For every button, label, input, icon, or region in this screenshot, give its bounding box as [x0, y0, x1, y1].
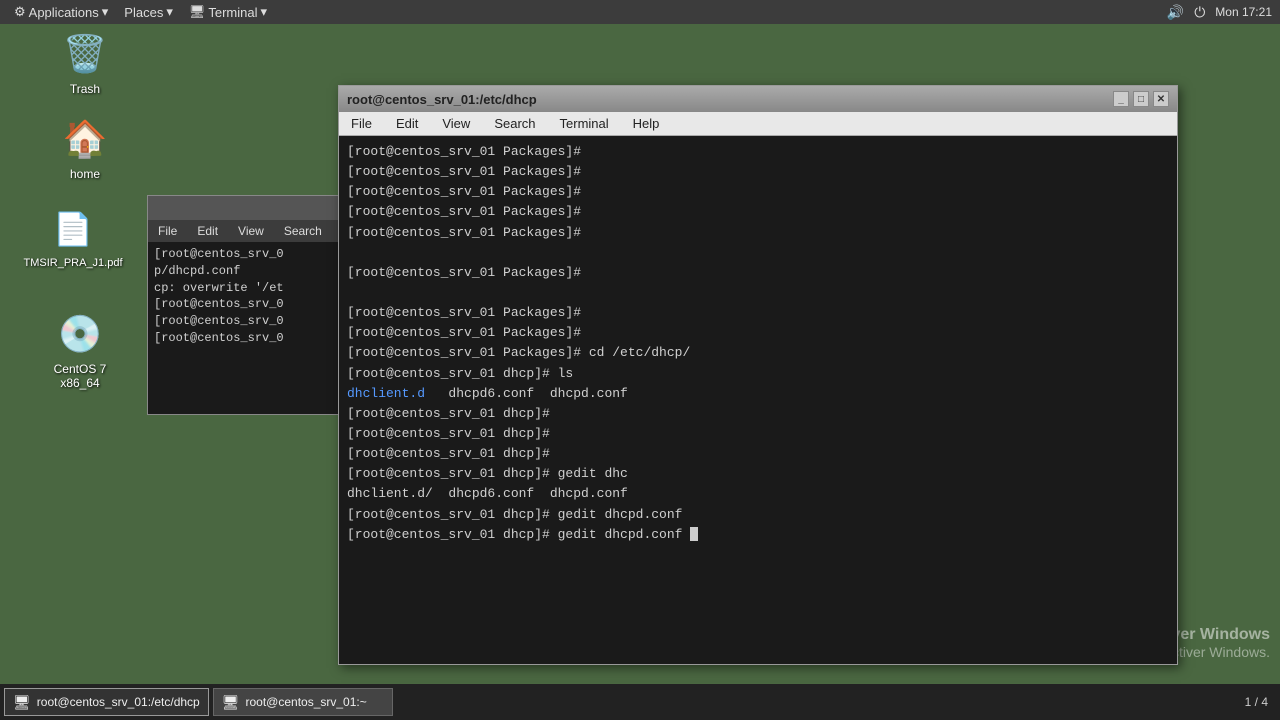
term-line-10: [root@centos_srv_01 dhcp]# — [347, 424, 1169, 444]
applications-icon: ⚙ — [14, 4, 26, 20]
term-line-cursor: [root@centos_srv_01 dhcp]# gedit dhcpd.c… — [347, 525, 1169, 545]
menu-file[interactable]: File — [347, 116, 376, 131]
desktop-icon-cdrom[interactable]: 💿 CentOS 7 x86_64 — [35, 310, 125, 390]
term-line-gedit2: [root@centos_srv_01 dhcp]# gedit dhcpd.c… — [347, 505, 1169, 525]
term-line-2: [root@centos_srv_01 Packages]# — [347, 162, 1169, 182]
desktop-icon-document[interactable]: 📄 TMSIR_PRA_J1.pdf — [28, 205, 118, 269]
topbar-left: ⚙ Applications ▾ Places ▾ 🖥 Terminal ▾ — [8, 4, 273, 20]
places-menu[interactable]: Places ▾ — [118, 4, 179, 20]
taskbar-terminal1-icon: 🖥 — [13, 694, 31, 711]
dhclient-link: dhclient.d — [347, 386, 425, 401]
places-arrow: ▾ — [166, 4, 173, 20]
minimize-button[interactable]: _ — [1113, 91, 1129, 107]
maximize-button[interactable]: □ — [1133, 91, 1149, 107]
places-label: Places — [124, 5, 163, 20]
bg-menu-file[interactable]: File — [154, 224, 181, 238]
bg-menu-view[interactable]: View — [234, 224, 268, 238]
term-line-blank2 — [347, 283, 1169, 303]
topbar-right: 🔊 ⏻ Mon 17:21 — [1167, 4, 1272, 21]
term-line-blank1 — [347, 243, 1169, 263]
terminal-arrow: ▾ — [261, 4, 268, 20]
terminal-cursor — [690, 527, 698, 541]
taskbar-right: 1 / 4 — [1245, 695, 1276, 709]
document-label: TMSIR_PRA_J1.pdf — [23, 257, 122, 269]
desktop-icon-home[interactable]: 🏠 home — [40, 115, 130, 181]
taskbar: 🖥 root@centos_srv_01:/etc/dhcp 🖥 root@ce… — [0, 684, 1280, 720]
term-line-gedit1: [root@centos_srv_01 dhcp]# gedit dhc — [347, 464, 1169, 484]
main-terminal-title: root@centos_srv_01:/etc/dhcp — [347, 92, 537, 107]
term-line-autocomplete: dhclient.d/ dhcpd6.conf dhcpd.conf — [347, 484, 1169, 504]
taskbar-terminal1[interactable]: 🖥 root@centos_srv_01:/etc/dhcp — [4, 688, 209, 716]
volume-icon[interactable]: 🔊 — [1167, 4, 1184, 21]
terminal-icon: 🖥 — [189, 4, 206, 20]
datetime-label: Mon 17:21 — [1215, 5, 1272, 19]
taskbar-left: 🖥 root@centos_srv_01:/etc/dhcp 🖥 root@ce… — [4, 688, 393, 716]
menu-terminal[interactable]: Terminal — [556, 116, 613, 131]
power-icon[interactable]: ⏻ — [1194, 4, 1205, 21]
window-controls: _ □ ✕ — [1113, 91, 1169, 107]
term-line-ls: [root@centos_srv_01 dhcp]# ls — [347, 364, 1169, 384]
terminal-label: Terminal — [208, 5, 257, 20]
menu-help[interactable]: Help — [629, 116, 664, 131]
term-line-3: [root@centos_srv_01 Packages]# — [347, 182, 1169, 202]
topbar: ⚙ Applications ▾ Places ▾ 🖥 Terminal ▾ 🔊… — [0, 0, 1280, 24]
terminal-menu[interactable]: 🖥 Terminal ▾ — [183, 4, 273, 20]
applications-menu[interactable]: ⚙ Applications ▾ — [8, 4, 114, 20]
cdrom-icon: 💿 — [56, 310, 104, 358]
term-line-5: [root@centos_srv_01 Packages]# — [347, 223, 1169, 243]
trash-icon: 🗑️ — [61, 30, 109, 78]
trash-label: Trash — [70, 82, 100, 96]
term-line-11: [root@centos_srv_01 dhcp]# — [347, 444, 1169, 464]
document-icon: 📄 — [49, 205, 97, 253]
taskbar-terminal2[interactable]: 🖥 root@centos_srv_01:~ — [213, 688, 393, 716]
desktop-icon-trash[interactable]: 🗑️ Trash — [40, 30, 130, 96]
cdrom-label: CentOS 7 x86_64 — [35, 362, 125, 390]
term-line-4: [root@centos_srv_01 Packages]# — [347, 202, 1169, 222]
term-line-ls-result: dhclient.d dhcpd6.conf dhcpd.conf — [347, 384, 1169, 404]
menu-search[interactable]: Search — [490, 116, 539, 131]
taskbar-terminal1-label: root@centos_srv_01:/etc/dhcp — [37, 695, 200, 709]
main-terminal-titlebar: root@centos_srv_01:/etc/dhcp _ □ ✕ — [339, 86, 1177, 112]
term-line-7: [root@centos_srv_01 Packages]# — [347, 303, 1169, 323]
term-line-cd: [root@centos_srv_01 Packages]# cd /etc/d… — [347, 343, 1169, 363]
bg-menu-search[interactable]: Search — [280, 224, 326, 238]
term-line-6: [root@centos_srv_01 Packages]# — [347, 263, 1169, 283]
close-button[interactable]: ✕ — [1153, 91, 1169, 107]
home-icon: 🏠 — [61, 115, 109, 163]
taskbar-terminal2-label: root@centos_srv_01:~ — [246, 695, 367, 709]
taskbar-terminal2-icon: 🖥 — [222, 694, 240, 711]
term-line-8: [root@centos_srv_01 Packages]# — [347, 323, 1169, 343]
main-terminal-window: root@centos_srv_01:/etc/dhcp _ □ ✕ File … — [338, 85, 1178, 665]
term-line-1: [root@centos_srv_01 Packages]# — [347, 142, 1169, 162]
bg-menu-edit[interactable]: Edit — [193, 224, 222, 238]
home-label: home — [70, 167, 100, 181]
menu-view[interactable]: View — [438, 116, 474, 131]
menu-edit[interactable]: Edit — [392, 116, 422, 131]
applications-arrow: ▾ — [102, 4, 109, 20]
applications-label: Applications — [29, 5, 99, 20]
main-terminal-menubar: File Edit View Search Terminal Help — [339, 112, 1177, 136]
term-line-9: [root@centos_srv_01 dhcp]# — [347, 404, 1169, 424]
page-indicator: 1 / 4 — [1245, 695, 1268, 709]
main-terminal-body[interactable]: [root@centos_srv_01 Packages]# [root@cen… — [339, 136, 1177, 664]
